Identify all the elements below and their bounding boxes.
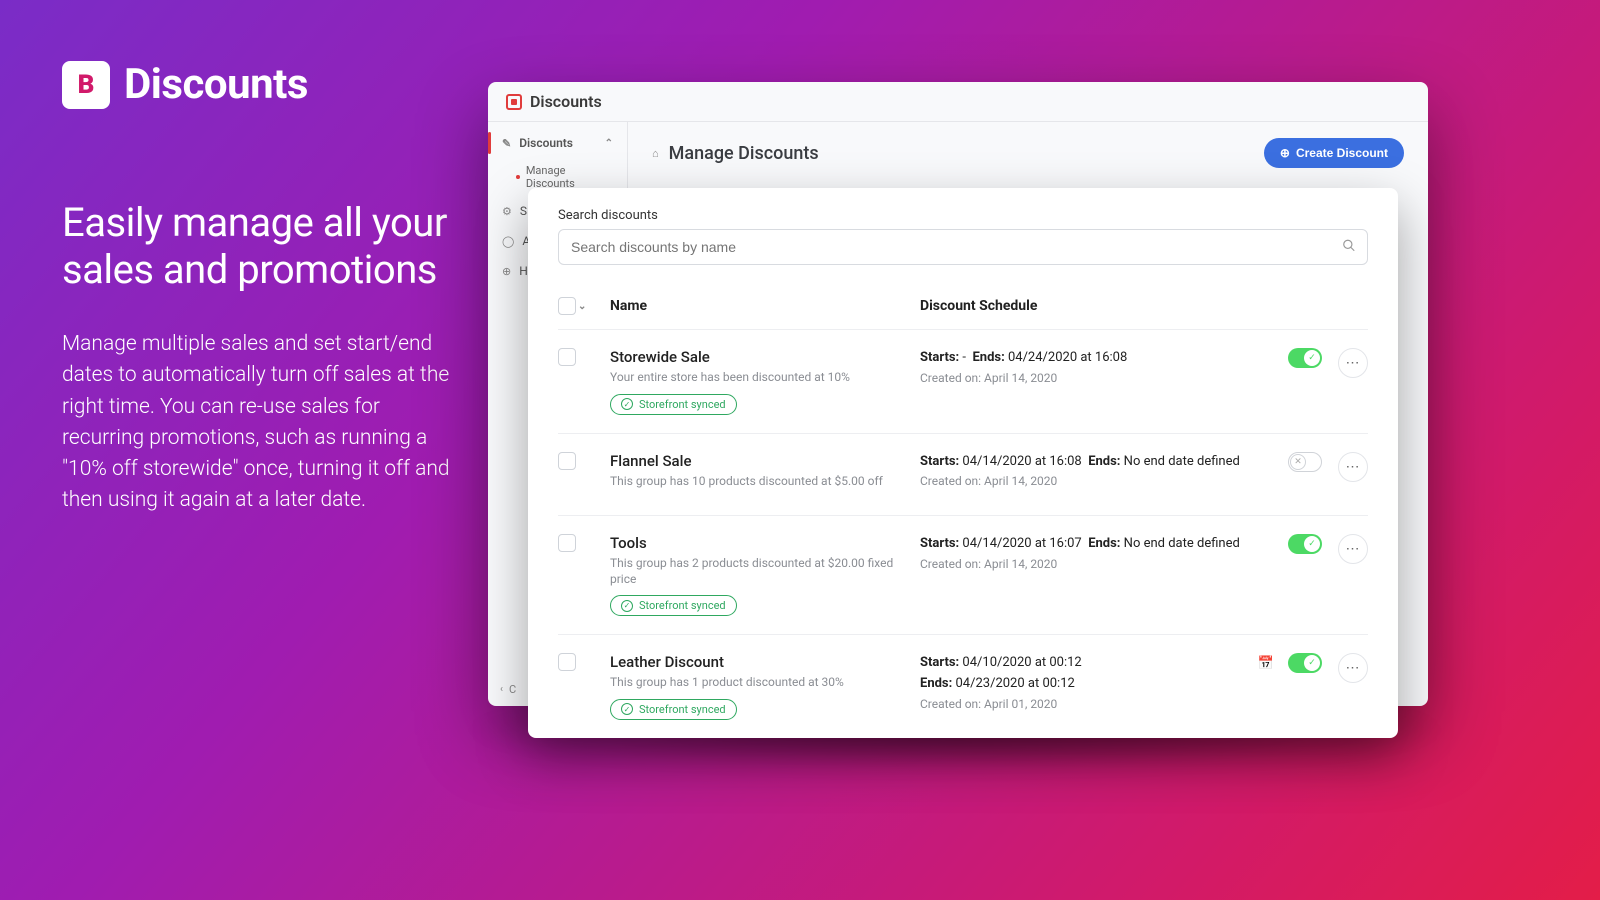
schedule-text: Starts: 04/14/2020 at 16:07 Ends: No end… [920, 534, 1252, 555]
app-header: Discounts [488, 82, 1428, 122]
check-circle-icon: ✓ [621, 398, 633, 410]
search-box [558, 229, 1368, 265]
promo-panel: B Discounts Easily manage all your sales… [62, 60, 452, 516]
discount-name[interactable]: Flannel Sale [610, 452, 920, 470]
schedule-text: Starts: 04/14/2020 at 16:08 Ends: No end… [920, 452, 1252, 473]
chevron-up-icon: ⌃ [605, 138, 613, 149]
row-checkbox[interactable] [558, 653, 576, 671]
created-on-text: Created on: April 14, 2020 [920, 557, 1252, 571]
tag-icon: ✎ [502, 137, 511, 150]
gear-icon: ⚙ [502, 205, 512, 218]
row-menu-button[interactable]: ⋯ [1338, 348, 1368, 378]
search-input[interactable] [558, 229, 1368, 265]
discount-description: Your entire store has been discounted at… [610, 370, 920, 386]
user-icon: ◯ [502, 235, 514, 248]
plus-icon: ⊕ [1280, 146, 1290, 160]
enable-toggle[interactable]: ✓ [1288, 653, 1322, 673]
schedule-text: Starts: - Ends: 04/24/2020 at 16:08 [920, 348, 1252, 369]
promo-headline: Easily manage all your sales and promoti… [62, 199, 452, 293]
home-icon: ⌂ [652, 147, 659, 160]
app-title: Discounts [530, 92, 602, 111]
discount-name[interactable]: Storewide Sale [610, 348, 920, 366]
discount-name[interactable]: Leather Discount [610, 653, 920, 671]
synced-badge: ✓Storefront synced [610, 394, 737, 415]
table-row: Leather Discount This group has 1 produc… [558, 634, 1368, 738]
row-menu-button[interactable]: ⋯ [1338, 653, 1368, 683]
created-on-text: Created on: April 14, 2020 [920, 371, 1252, 385]
sidebar-sub-label: Manage Discounts [526, 164, 613, 190]
promo-title: Discounts [124, 60, 308, 109]
page-title: Manage Discounts [669, 143, 819, 164]
enable-toggle[interactable]: ✓ [1288, 348, 1322, 368]
row-checkbox[interactable] [558, 452, 576, 470]
created-on-text: Created on: April 01, 2020 [920, 697, 1252, 711]
globe-icon: ⊕ [502, 265, 511, 278]
table-header: ⌄ Name Discount Schedule [558, 289, 1368, 329]
table-row: Flannel Sale This group has 10 products … [558, 433, 1368, 516]
select-all-checkbox[interactable] [558, 297, 576, 315]
app-icon [506, 94, 522, 110]
discount-description: This group has 10 products discounted at… [610, 474, 920, 490]
table-row: Tools This group has 2 products discount… [558, 515, 1368, 634]
chevron-left-icon: ‹ [500, 684, 503, 695]
brand-logo-icon: B [62, 61, 110, 109]
table-body: Storewide Sale Your entire store has bee… [558, 329, 1368, 738]
row-menu-button[interactable]: ⋯ [1338, 534, 1368, 564]
synced-badge: ✓Storefront synced [610, 699, 737, 720]
discounts-table-card: Search discounts ⌄ Name Discount Schedul… [528, 188, 1398, 738]
discount-description: This group has 1 product discounted at 3… [610, 675, 920, 691]
search-icon [1342, 238, 1356, 257]
promo-body: Manage multiple sales and set start/end … [62, 329, 452, 515]
schedule-text-end: Ends: 04/23/2020 at 00:12 [920, 674, 1252, 695]
sidebar-label-discounts: Discounts [519, 136, 573, 150]
created-on-text: Created on: April 14, 2020 [920, 474, 1252, 488]
chevron-down-icon[interactable]: ⌄ [578, 301, 586, 312]
discount-name[interactable]: Tools [610, 534, 920, 552]
check-circle-icon: ✓ [621, 600, 633, 612]
enable-toggle[interactable]: ✓ [1288, 534, 1322, 554]
sidebar-collapse[interactable]: ‹C [500, 683, 516, 696]
create-discount-button[interactable]: ⊕ Create Discount [1264, 138, 1404, 168]
discount-description: This group has 2 products discounted at … [610, 556, 920, 587]
dot-icon [516, 175, 520, 179]
enable-toggle[interactable]: ✕ [1288, 452, 1322, 472]
check-circle-icon: ✓ [621, 703, 633, 715]
row-checkbox[interactable] [558, 348, 576, 366]
breadcrumb: ⌂ Manage Discounts [652, 143, 819, 164]
column-schedule: Discount Schedule [920, 298, 1252, 314]
synced-badge: ✓Storefront synced [610, 595, 737, 616]
row-checkbox[interactable] [558, 534, 576, 552]
calendar-icon[interactable]: 📅 [1258, 656, 1274, 671]
row-menu-button[interactable]: ⋯ [1338, 452, 1368, 482]
schedule-text: Starts: 04/10/2020 at 00:12 [920, 653, 1252, 674]
create-button-label: Create Discount [1296, 146, 1388, 160]
search-label: Search discounts [558, 208, 1368, 223]
column-name: Name [610, 298, 920, 314]
table-row: Storewide Sale Your entire store has bee… [558, 329, 1368, 433]
sidebar-item-discounts[interactable]: ✎ Discounts ⌃ [488, 128, 627, 158]
